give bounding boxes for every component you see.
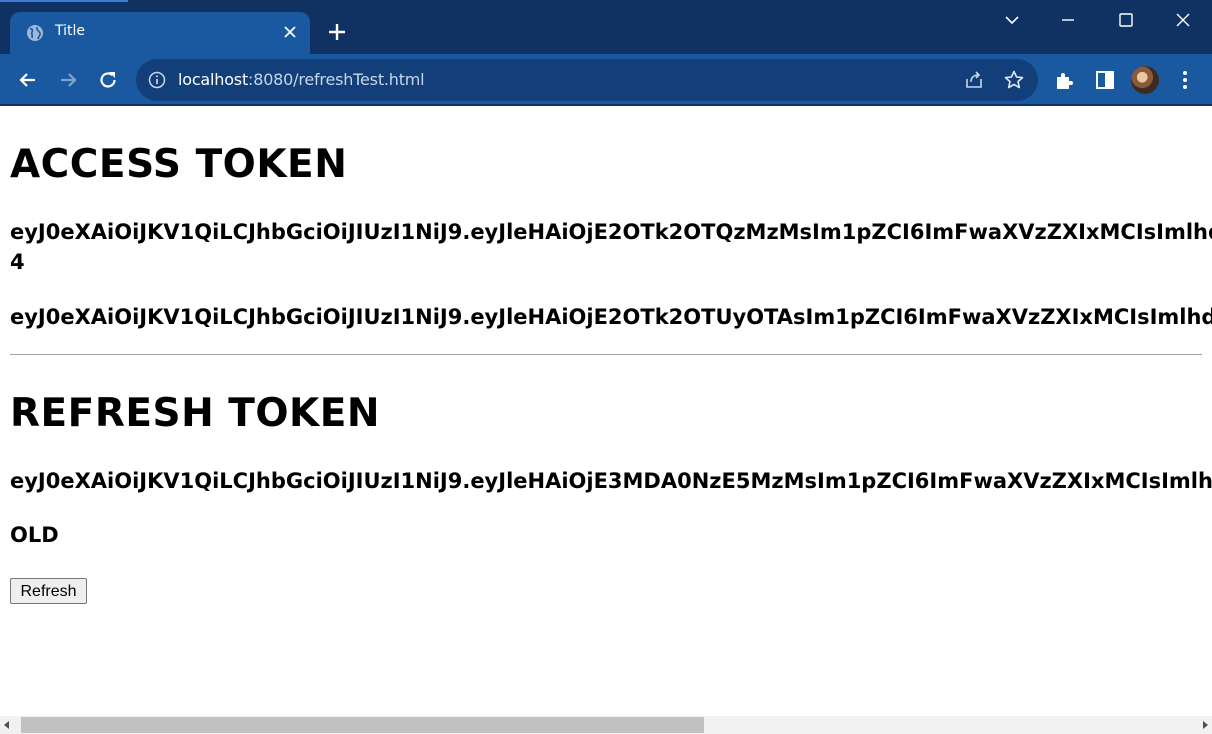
- refresh-token-value: eyJ0eXAiOiJKV1QiLCJhbGciOiJIUzI1NiJ9.eyJ…: [10, 469, 1212, 493]
- access-token-value-1: eyJ0eXAiOiJKV1QiLCJhbGciOiJIUzI1NiJ9.eyJ…: [10, 220, 1212, 244]
- side-panel-icon[interactable]: [1093, 68, 1117, 92]
- share-icon[interactable]: [962, 68, 986, 92]
- horizontal-scrollbar[interactable]: [0, 716, 1212, 734]
- maximize-icon[interactable]: [1114, 8, 1138, 32]
- close-window-icon[interactable]: [1171, 8, 1195, 32]
- divider: [10, 354, 1202, 355]
- url-path: :8080/refreshTest.html: [248, 70, 425, 89]
- access-token-heading: ACCESS TOKEN: [10, 142, 348, 187]
- new-tab-icon[interactable]: [324, 19, 350, 45]
- scroll-right-arrow-icon[interactable]: [1203, 721, 1208, 729]
- menu-kebab-icon[interactable]: [1173, 68, 1197, 92]
- tab-strip: Title: [0, 0, 1212, 54]
- bookmark-star-icon[interactable]: [1002, 68, 1026, 92]
- refresh-button[interactable]: Refresh: [10, 578, 87, 604]
- page-content: ACCESS TOKEN eyJ0eXAiOiJKV1QiLCJhbGciOiJ…: [0, 108, 1212, 716]
- tab-title: Title: [55, 23, 86, 39]
- back-arrow-icon[interactable]: [16, 68, 40, 92]
- access-token-value-2: eyJ0eXAiOiJKV1QiLCJhbGciOiJIUzI1NiJ9.eyJ…: [10, 305, 1212, 329]
- forward-arrow-icon[interactable]: [56, 68, 80, 92]
- browser-tab[interactable]: Title: [10, 12, 310, 54]
- scrollbar-thumb[interactable]: [21, 717, 704, 733]
- browser-toolbar: localhost:8080/refreshTest.html: [0, 54, 1212, 106]
- globe-icon: [27, 25, 43, 41]
- access-token-value-1-wrap: 4: [10, 250, 25, 274]
- address-bar[interactable]: localhost:8080/refreshTest.html: [136, 59, 1038, 101]
- extensions-puzzle-icon[interactable]: [1053, 68, 1077, 92]
- refresh-token-heading: REFRESH TOKEN: [10, 391, 381, 436]
- tab-accent: [0, 0, 128, 2]
- profile-avatar[interactable]: [1131, 66, 1159, 94]
- minimize-icon[interactable]: [1056, 8, 1080, 32]
- scroll-left-arrow-icon[interactable]: [4, 721, 9, 729]
- reload-icon[interactable]: [96, 68, 120, 92]
- url-text[interactable]: localhost:8080/refreshTest.html: [178, 70, 425, 89]
- close-tab-icon[interactable]: [280, 22, 300, 42]
- token-status: OLD: [10, 523, 59, 547]
- url-host: localhost: [178, 70, 249, 89]
- site-info-icon[interactable]: [148, 71, 166, 89]
- tab-search-icon[interactable]: [1000, 8, 1024, 32]
